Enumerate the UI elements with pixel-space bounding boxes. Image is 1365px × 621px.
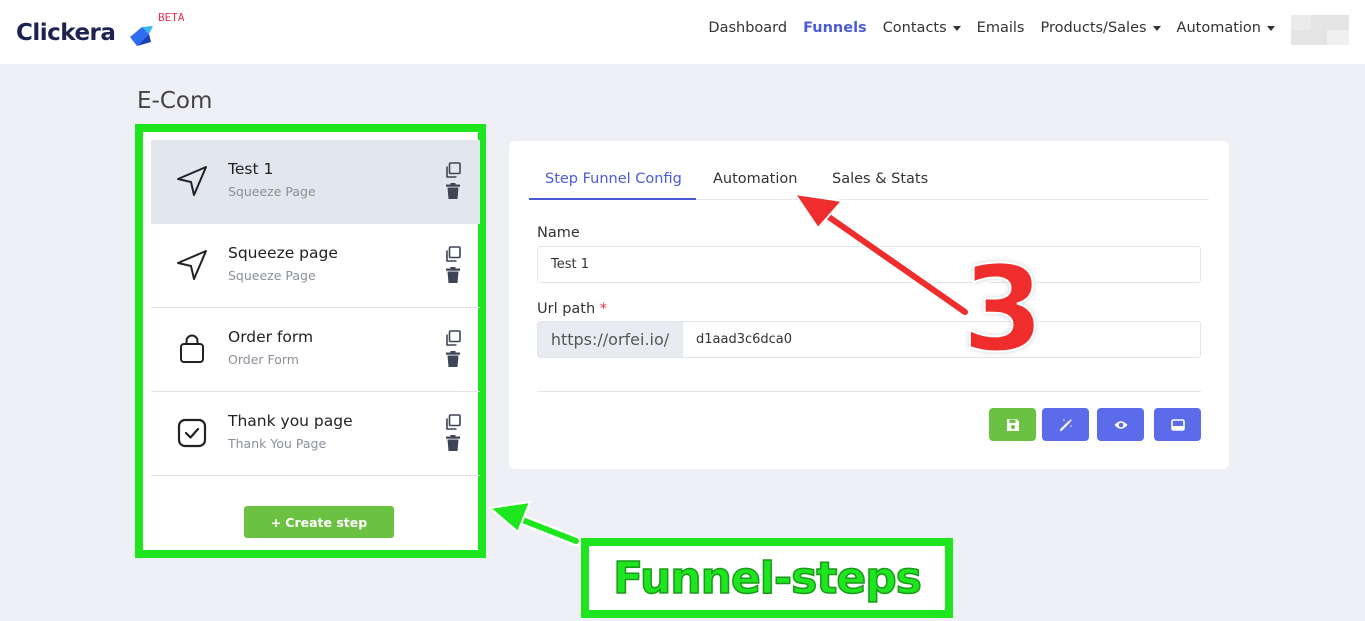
step-title: Squeeze page [228, 244, 338, 262]
step-type: Squeeze Page [228, 268, 316, 283]
url-prefix: https://orfei.io/ [538, 322, 683, 357]
step-item[interactable]: Thank you page Thank You Page [151, 392, 480, 476]
main-nav: Dashboard Funnels Contacts Emails Produc… [708, 20, 1275, 36]
nav-label: Automation [1176, 20, 1261, 36]
caret-down-icon [1267, 25, 1275, 31]
send-icon [177, 250, 207, 280]
tab-automation[interactable]: Automation [713, 171, 797, 187]
page-title: E-Com [137, 88, 213, 114]
url-path-label: Url path * [537, 301, 607, 317]
funnel-steps-annotation: Funnel-steps [581, 538, 953, 618]
trash-icon[interactable] [446, 435, 460, 451]
trash-icon[interactable] [446, 267, 460, 283]
top-navbar: Clickera BETA Dashboard Funnels Contacts… [0, 0, 1365, 64]
step-config-card: Step Funnel Config Automation Sales & St… [509, 141, 1229, 469]
step-item[interactable]: Test 1 Squeeze Page [151, 140, 480, 224]
name-input[interactable] [537, 246, 1201, 283]
trash-icon[interactable] [446, 351, 460, 367]
save-button[interactable] [989, 408, 1036, 441]
nav-label: Emails [976, 20, 1025, 36]
nav-dashboard[interactable]: Dashboard [708, 20, 787, 36]
step-type: Thank You Page [228, 436, 327, 451]
nav-label: Contacts [882, 20, 947, 36]
caret-down-icon [952, 25, 961, 31]
caret-down-icon [1152, 25, 1161, 31]
nav-label: Dashboard [708, 20, 788, 36]
url-path-group: https://orfei.io/ [537, 321, 1201, 358]
step-title: Thank you page [228, 412, 353, 430]
brand-logo[interactable]: Clickera [16, 20, 116, 46]
nav-label: Funnels [803, 20, 867, 36]
magic-wand-button[interactable] [1042, 408, 1089, 441]
annotation-number: 3 [961, 240, 1045, 378]
nav-emails[interactable]: Emails [977, 20, 1025, 36]
step-type: Order Form [228, 352, 299, 367]
tab-sales-stats[interactable]: Sales & Stats [832, 171, 928, 187]
nav-contacts[interactable]: Contacts [883, 20, 961, 36]
plus-icon: + [270, 514, 282, 530]
window-icon [1170, 418, 1185, 431]
send-icon [177, 166, 207, 196]
create-step-label: Create step [285, 514, 368, 530]
beta-badge: BETA [158, 11, 185, 24]
magic-wand-icon [1059, 418, 1072, 431]
nav-label: Products/Sales [1040, 20, 1147, 36]
nav-products-sales[interactable]: Products/Sales [1040, 20, 1161, 36]
window-button[interactable] [1154, 408, 1201, 441]
funnel-steps-list: Test 1 Squeeze Page Squeeze page Squeeze… [151, 140, 480, 538]
step-item[interactable]: Squeeze page Squeeze Page [151, 224, 480, 308]
copy-icon[interactable] [445, 330, 461, 346]
divider [537, 391, 1201, 392]
user-avatar[interactable] [1291, 15, 1349, 45]
required-mark: * [599, 301, 608, 317]
eye-icon [1114, 420, 1127, 429]
url-path-input[interactable] [683, 322, 1200, 357]
copy-icon[interactable] [445, 246, 461, 262]
step-title: Order form [228, 328, 314, 346]
trash-icon[interactable] [446, 183, 460, 199]
logo-mark-icon [130, 26, 153, 46]
copy-icon[interactable] [445, 162, 461, 178]
url-path-text: Url path [537, 301, 596, 317]
active-tab-indicator [529, 198, 696, 200]
create-step-button[interactable]: + Create step [244, 506, 394, 538]
check-square-icon [177, 418, 207, 448]
preview-button[interactable] [1097, 408, 1144, 441]
funnel-steps-annotation-text: Funnel-steps [612, 552, 922, 605]
step-type: Squeeze Page [228, 184, 316, 199]
shopping-bag-icon [180, 334, 204, 363]
name-label: Name [537, 225, 580, 241]
funnel-steps-highlight: Test 1 Squeeze Page Squeeze page Squeeze… [135, 124, 486, 558]
step-item[interactable]: Order form Order Form [151, 308, 480, 392]
copy-icon[interactable] [445, 414, 461, 430]
nav-funnels[interactable]: Funnels [803, 20, 867, 36]
step-title: Test 1 [228, 160, 274, 178]
config-tabs: Step Funnel Config Automation Sales & St… [529, 163, 1209, 200]
save-icon [1006, 418, 1019, 431]
nav-automation[interactable]: Automation [1177, 20, 1275, 36]
tab-step-funnel-config[interactable]: Step Funnel Config [545, 171, 682, 187]
